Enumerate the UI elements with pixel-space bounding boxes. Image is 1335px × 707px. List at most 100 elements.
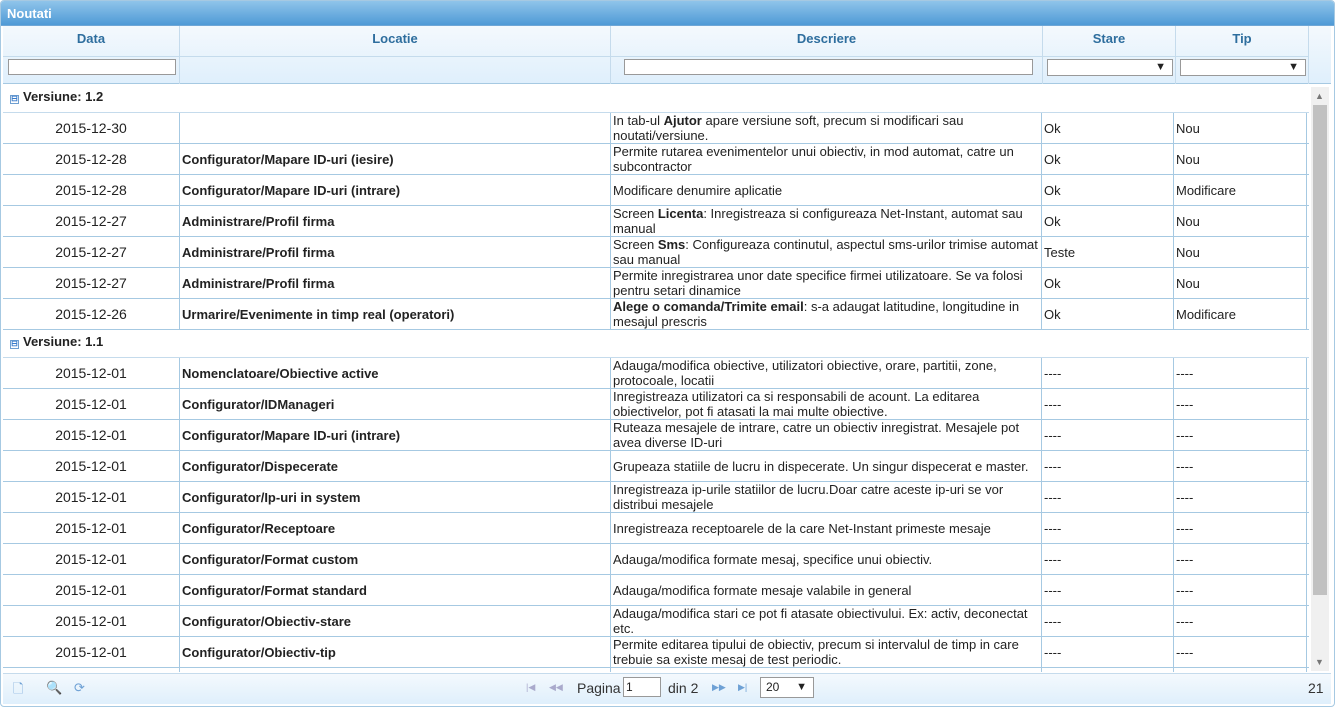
description-cell: Screen Sms: Configureaza continutul, asp… bbox=[611, 237, 1042, 267]
filter-descriere-input[interactable] bbox=[624, 59, 1033, 75]
page-count-label: din 2 bbox=[668, 680, 699, 696]
location-cell: Urmarire/Evenimente in timp real (operat… bbox=[180, 299, 611, 329]
table-row[interactable]: 2015-12-28 Configurator/Mapare ID-uri (ie… bbox=[3, 144, 1309, 175]
location-cell: Configurator/Ip-uri in system bbox=[180, 482, 611, 512]
date-cell: 2015-12-27 bbox=[3, 237, 180, 267]
table-row[interactable]: 2015-12-27 Administrare/Profil firma Scree… bbox=[3, 237, 1309, 268]
date-cell: 2015-12-01 bbox=[3, 451, 180, 481]
filter-cell-data bbox=[3, 57, 180, 84]
add-record-icon[interactable]: 🗋 bbox=[13, 680, 23, 702]
status-cell: Ok bbox=[1042, 299, 1174, 329]
collapse-group-icon[interactable]: ⊟ bbox=[10, 340, 19, 349]
table-row[interactable]: 2015-12-27 Administrare/Profil firma Scree… bbox=[3, 206, 1309, 237]
group-header[interactable]: ⊟ Versiune: 1.1 bbox=[3, 330, 1309, 358]
location-cell: Administrare/Profil firma bbox=[180, 206, 611, 236]
description-cell: Grupeaza statiile de lucru in dispecerat… bbox=[611, 451, 1042, 481]
type-cell: ---- bbox=[1174, 358, 1307, 388]
status-cell: Teste bbox=[1042, 237, 1174, 267]
col-header-descriere[interactable]: Descriere bbox=[611, 26, 1043, 56]
date-cell: 2015-12-01 bbox=[3, 420, 180, 450]
filter-cell-stare: ▼ bbox=[1043, 57, 1176, 84]
status-cell: Ok bbox=[1042, 113, 1174, 143]
location-cell: Administrare/Profil firma bbox=[180, 268, 611, 298]
description-cell: Permite rutarea evenimentelor unui obiec… bbox=[611, 144, 1042, 174]
description-text: Alege o comanda/Trimite email: s-a adaug… bbox=[613, 299, 1020, 329]
chevron-down-icon: ▼ bbox=[796, 681, 807, 693]
table-row[interactable]: 2015-12-27 Administrare/Profil firma Permi… bbox=[3, 268, 1309, 299]
first-page-icon[interactable]: |◀ bbox=[526, 682, 535, 693]
table-row[interactable]: 2015-12-01Administrare/Schimba parolaSch… bbox=[3, 668, 1309, 672]
scroll-down-arrow-icon[interactable]: ▼ bbox=[1315, 657, 1324, 667]
page-size-select[interactable]: 20 ▼ bbox=[760, 677, 814, 698]
location-cell: Configurator/Format standard bbox=[180, 575, 611, 605]
description-cell: Permite editarea tipului de obiectiv, pr… bbox=[611, 637, 1042, 667]
status-cell: Ok bbox=[1042, 268, 1174, 298]
filter-data-input[interactable] bbox=[8, 59, 176, 75]
filter-cell-descriere bbox=[611, 57, 1043, 84]
page-size-value: 20 bbox=[766, 680, 780, 694]
description-cell: Modificare denumire aplicatie bbox=[611, 175, 1042, 205]
table-row[interactable]: 2015-12-01 Configurator/Obiectiv-stare Ada… bbox=[3, 606, 1309, 637]
table-row[interactable]: 2015-12-30 In tab-ul Ajutor apare versiun… bbox=[3, 113, 1309, 144]
type-cell: ---- bbox=[1174, 482, 1307, 512]
type-cell: ---- bbox=[1174, 451, 1307, 481]
description-text: Adauga/modifica formate mesaj, specifice… bbox=[613, 551, 933, 567]
col-header-data[interactable]: Data bbox=[3, 26, 180, 56]
status-cell: Ok bbox=[1042, 206, 1174, 236]
filter-cell-tip: ▼ bbox=[1176, 57, 1309, 84]
description-cell: Ruteaza mesajele de intrare, catre un ob… bbox=[611, 420, 1042, 450]
scroll-up-arrow-icon[interactable]: ▲ bbox=[1315, 91, 1324, 101]
description-cell: Alege o comanda/Trimite email: s-a adaug… bbox=[611, 299, 1042, 329]
table-row[interactable]: 2015-12-01 Configurator/Receptoare Inregis… bbox=[3, 513, 1309, 544]
col-header-locatie[interactable]: Locatie bbox=[180, 26, 611, 56]
table-row[interactable]: 2015-12-01 Configurator/IDManageri Inregis… bbox=[3, 389, 1309, 420]
vertical-scrollbar[interactable]: ▲ ▼ bbox=[1311, 87, 1329, 671]
type-cell: ---- bbox=[1174, 637, 1307, 667]
type-cell: ---- bbox=[1174, 544, 1307, 574]
table-row[interactable]: 2015-12-01 Nomenclatoare/Obiective active… bbox=[3, 358, 1309, 389]
location-cell: Nomenclatoare/Obiective active bbox=[180, 358, 611, 388]
table-row[interactable]: 2015-12-01 Configurator/Format custom Adau… bbox=[3, 544, 1309, 575]
date-cell: 2015-12-01 bbox=[3, 544, 180, 574]
date-cell: 2015-12-01 bbox=[3, 389, 180, 419]
date-cell: 2015-12-01 bbox=[3, 513, 180, 543]
date-cell: 2015-12-01 bbox=[3, 668, 180, 672]
table-row[interactable]: 2015-12-01 Configurator/Mapare ID-uri (in… bbox=[3, 420, 1309, 451]
type-cell: Nou bbox=[1174, 237, 1307, 267]
prev-page-icon[interactable]: ◀◀ bbox=[549, 682, 563, 693]
table-row[interactable]: 2015-12-01 Configurator/Dispecerate Grupea… bbox=[3, 451, 1309, 482]
table-row[interactable]: 2015-12-26 Urmarire/Evenimente in timp re… bbox=[3, 299, 1309, 330]
date-cell: 2015-12-27 bbox=[3, 206, 180, 236]
collapse-group-icon[interactable]: ⊟ bbox=[10, 95, 19, 104]
location-cell: Configurator/Mapare ID-uri (iesire) bbox=[180, 144, 611, 174]
type-cell: Modificare bbox=[1174, 175, 1307, 205]
news-panel: Noutati Data Locatie Descriere Stare Tip… bbox=[0, 0, 1335, 707]
refresh-icon[interactable]: ⟳ bbox=[74, 680, 85, 696]
description-cell: Permite inregistrarea unor date specific… bbox=[611, 268, 1042, 298]
table-row[interactable]: 2015-12-01 Configurator/Ip-uri in system I… bbox=[3, 482, 1309, 513]
next-page-icon[interactable]: ▶▶ bbox=[712, 682, 726, 693]
date-cell: 2015-12-01 bbox=[3, 482, 180, 512]
page-number-input[interactable]: 1 bbox=[623, 677, 661, 697]
description-cell: Adauga/modifica stari ce pot fi atasate … bbox=[611, 606, 1042, 636]
col-header-stare[interactable]: Stare bbox=[1043, 26, 1176, 56]
date-cell: 2015-12-30 bbox=[3, 113, 180, 143]
filter-stare-select[interactable]: ▼ bbox=[1047, 59, 1173, 76]
status-cell: ---- bbox=[1042, 544, 1174, 574]
date-cell: 2015-12-01 bbox=[3, 358, 180, 388]
col-header-tip[interactable]: Tip bbox=[1176, 26, 1309, 56]
table-row[interactable]: 2015-12-01 Configurator/Format standard Ad… bbox=[3, 575, 1309, 606]
group-header[interactable]: ⊟ Versiune: 1.2 bbox=[3, 85, 1309, 113]
filter-tip-select[interactable]: ▼ bbox=[1180, 59, 1306, 76]
status-cell: ---- bbox=[1042, 389, 1174, 419]
group-label: Versiune: 1.2 bbox=[23, 89, 104, 104]
location-cell: Configurator/IDManageri bbox=[180, 389, 611, 419]
table-row[interactable]: 2015-12-01 Configurator/Obiectiv-tip Permi… bbox=[3, 637, 1309, 668]
description-text: Adauga/modifica stari ce pot fi atasate … bbox=[613, 606, 1028, 636]
date-cell: 2015-12-26 bbox=[3, 299, 180, 329]
scroll-thumb[interactable] bbox=[1313, 105, 1327, 595]
table-row[interactable]: 2015-12-28 Configurator/Mapare ID-uri (in… bbox=[3, 175, 1309, 206]
last-page-icon[interactable]: ▶| bbox=[738, 682, 747, 693]
search-icon[interactable]: 🔍 bbox=[46, 680, 62, 696]
status-cell: ---- bbox=[1042, 451, 1174, 481]
